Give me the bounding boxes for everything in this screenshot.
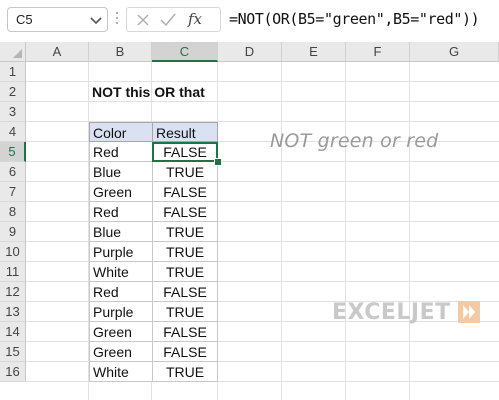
gridline-vertical bbox=[345, 62, 346, 400]
check-icon[interactable] bbox=[160, 13, 176, 27]
table-header-result[interactable]: Result bbox=[152, 122, 218, 142]
table-cell-color[interactable]: Blue bbox=[89, 162, 153, 182]
table-cell-color[interactable]: Red bbox=[89, 282, 153, 302]
select-all-icon[interactable] bbox=[0, 42, 26, 62]
row-header-1[interactable]: 1 bbox=[0, 62, 26, 82]
row-header-3[interactable]: 3 bbox=[0, 102, 26, 122]
row-header-15[interactable]: 15 bbox=[0, 342, 26, 362]
formula-bar: C5 fx =NOT(OR(B5="green",B5="red")) bbox=[0, 0, 499, 42]
gridline-vertical bbox=[281, 62, 282, 400]
row-header-16[interactable]: 16 bbox=[0, 362, 26, 382]
column-header-f[interactable]: F bbox=[346, 42, 410, 62]
table-cell-result[interactable]: TRUE bbox=[152, 162, 218, 182]
table-cell-result[interactable]: FALSE bbox=[152, 322, 218, 342]
row-header-8[interactable]: 8 bbox=[0, 202, 26, 222]
row-header-14[interactable]: 14 bbox=[0, 322, 26, 342]
row-header-5[interactable]: 5 bbox=[0, 142, 26, 162]
gridline-vertical bbox=[409, 62, 410, 400]
table-cell-color[interactable]: Red bbox=[89, 142, 153, 162]
sheet-title: NOT this OR that bbox=[92, 84, 205, 100]
chevron-down-icon[interactable] bbox=[90, 16, 102, 25]
name-box-value: C5 bbox=[16, 12, 33, 27]
table-cell-color[interactable]: Red bbox=[89, 202, 153, 222]
table-cell-result[interactable]: TRUE bbox=[152, 262, 218, 282]
column-header-g[interactable]: G bbox=[410, 42, 499, 62]
fx-icon[interactable]: fx bbox=[188, 10, 202, 28]
row-header-2[interactable]: 2 bbox=[0, 82, 26, 102]
exceljet-logo-icon bbox=[458, 301, 480, 323]
selected-cell-c5[interactable]: FALSE bbox=[152, 142, 218, 162]
table-cell-color[interactable]: Green bbox=[89, 322, 153, 342]
exceljet-logo: EXCELJET bbox=[332, 300, 451, 325]
table-cell-color[interactable]: Green bbox=[89, 342, 153, 362]
row-header-4[interactable]: 4 bbox=[0, 122, 26, 142]
annotation-text: NOT green or red bbox=[270, 130, 439, 152]
table-cell-color[interactable]: Green bbox=[89, 182, 153, 202]
column-header-c[interactable]: C bbox=[152, 42, 218, 62]
row-header-6[interactable]: 6 bbox=[0, 162, 26, 182]
column-header-e[interactable]: E bbox=[282, 42, 346, 62]
formula-bar-splitter-icon[interactable] bbox=[116, 12, 119, 27]
row-header-7[interactable]: 7 bbox=[0, 182, 26, 202]
table-cell-result[interactable]: TRUE bbox=[152, 242, 218, 262]
column-header-d[interactable]: D bbox=[218, 42, 282, 62]
table-cell-color[interactable]: Purple bbox=[89, 242, 153, 262]
row-header-12[interactable]: 12 bbox=[0, 282, 26, 302]
table-cell-result[interactable]: FALSE bbox=[152, 282, 218, 302]
row-header-10[interactable]: 10 bbox=[0, 242, 26, 262]
row-header-9[interactable]: 9 bbox=[0, 222, 26, 242]
spreadsheet-grid[interactable]: A B C D E F G 1 2 3 4 5 6 7 8 9 10 11 12 13 14 15 16 NOT this O… bbox=[0, 42, 499, 400]
table-header-color[interactable]: Color bbox=[89, 122, 153, 142]
table-cell-result[interactable]: TRUE bbox=[152, 302, 218, 322]
table-cell-result[interactable]: TRUE bbox=[152, 222, 218, 242]
name-box[interactable]: C5 bbox=[7, 7, 108, 32]
close-icon[interactable] bbox=[136, 13, 150, 27]
row-header-13[interactable]: 13 bbox=[0, 302, 26, 322]
table-cell-result[interactable]: FALSE bbox=[152, 202, 218, 222]
column-header-b[interactable]: B bbox=[89, 42, 152, 62]
formula-buttons: fx bbox=[126, 7, 221, 32]
row-header-11[interactable]: 11 bbox=[0, 262, 26, 282]
table-cell-color[interactable]: White bbox=[89, 262, 153, 282]
column-header-a[interactable]: A bbox=[26, 42, 89, 62]
fill-handle[interactable] bbox=[214, 158, 222, 166]
formula-input[interactable]: =NOT(OR(B5="green",B5="red")) bbox=[229, 10, 480, 28]
table-cell-color[interactable]: White bbox=[89, 362, 153, 382]
table-cell-color[interactable]: Blue bbox=[89, 222, 153, 242]
table-cell-result[interactable]: FALSE bbox=[152, 182, 218, 202]
table-cell-color[interactable]: Purple bbox=[89, 302, 153, 322]
table-cell-result[interactable]: FALSE bbox=[152, 342, 218, 362]
table-cell-result[interactable]: TRUE bbox=[152, 362, 218, 382]
